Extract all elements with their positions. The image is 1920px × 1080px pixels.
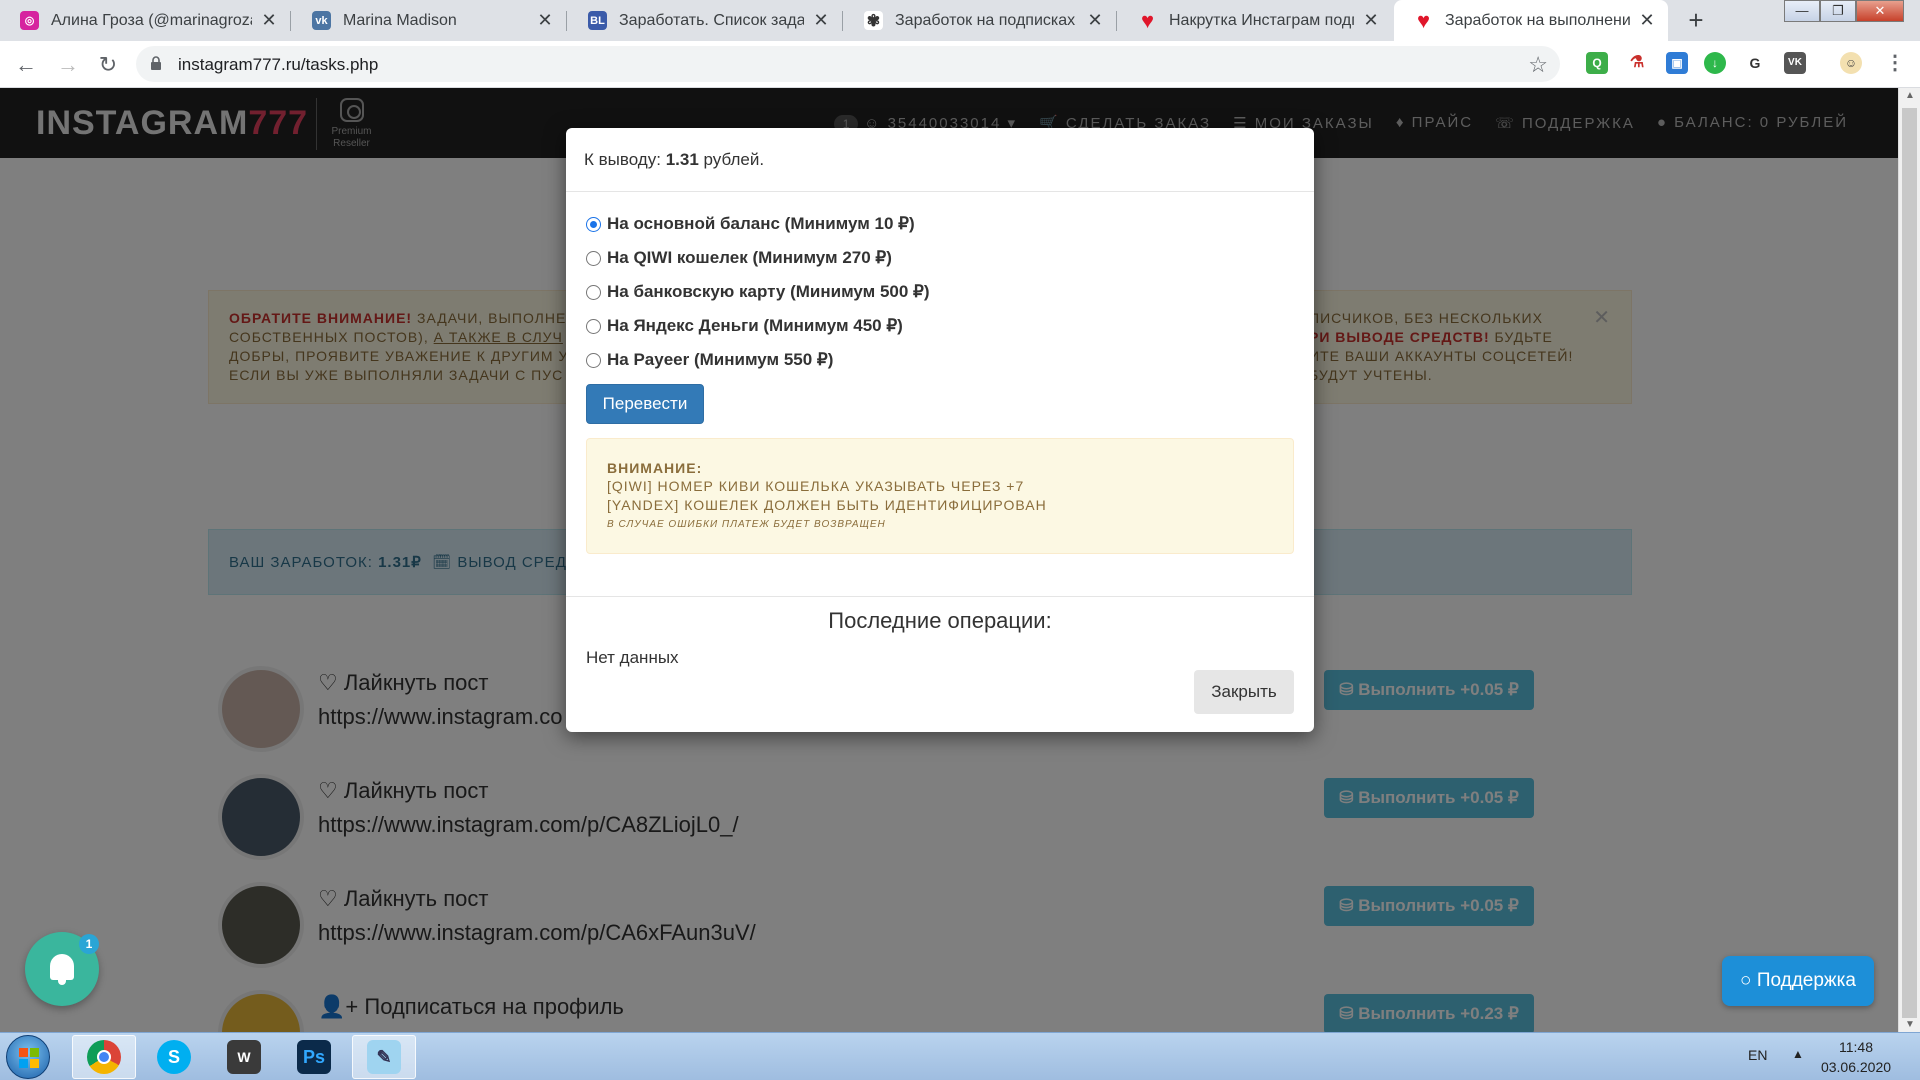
taskbar-notepad[interactable]: ✎: [352, 1035, 416, 1079]
radio-button[interactable]: [586, 352, 601, 368]
url-text: instagram777.ru/tasks.php: [178, 55, 379, 74]
withdraw-amount: 1.31: [665, 150, 699, 169]
profile-avatar[interactable]: ☺: [1840, 52, 1862, 74]
bookmark-star-icon[interactable]: ☆: [1528, 52, 1548, 78]
page-scrollbar[interactable]: ▲ ▼: [1898, 88, 1920, 1032]
taskbar-photoshop[interactable]: Ps: [282, 1035, 346, 1079]
radio-option-payeer[interactable]: На Payeer (Минимум 550 ₽): [586, 346, 833, 374]
chrome-icon: [87, 1040, 121, 1074]
notification-bell-button[interactable]: 1: [25, 932, 99, 1006]
chat-circle-icon: ○: [1740, 970, 1752, 991]
window-close-button[interactable]: ✕: [1856, 0, 1904, 22]
bl-icon: BL: [588, 11, 607, 30]
close-icon[interactable]: ✕: [1362, 10, 1380, 31]
lock-icon: [151, 56, 161, 70]
close-icon[interactable]: ✕: [812, 10, 830, 31]
notification-count-badge: 1: [79, 934, 99, 954]
windows-taskbar: S W Ps ✎ EN ▲ 11:48 03.06.2020: [0, 1032, 1920, 1080]
language-indicator[interactable]: EN: [1748, 1047, 1767, 1063]
no-data-text: Нет данных: [586, 648, 679, 667]
browser-tab-strip: ◎ Алина Гроза (@marinagroza ✕ vk Marina …: [0, 0, 1920, 41]
skype-icon: S: [157, 1040, 191, 1074]
notepad-icon: ✎: [367, 1040, 401, 1074]
close-icon[interactable]: ✕: [260, 10, 278, 31]
taskbar-skype[interactable]: S: [142, 1035, 206, 1079]
scrollbar-thumb[interactable]: [1902, 108, 1917, 1018]
warning-box: ВНИМАНИЕ: [QIWI] НОМЕР КИВИ КОШЕЛЬКА УКА…: [586, 438, 1294, 554]
radio-option-yandex[interactable]: На Яндекс Деньги (Минимум 450 ₽): [586, 312, 903, 340]
system-clock[interactable]: 11:48 03.06.2020: [1806, 1037, 1906, 1077]
extension-save-icon[interactable]: ▣: [1666, 52, 1688, 74]
close-icon[interactable]: ✕: [536, 10, 554, 31]
browser-tab[interactable]: ♥ Накрутка Инстаграм подпис ✕: [1118, 0, 1392, 41]
radio-option-main-balance[interactable]: На основной баланс (Минимум 10 ₽): [586, 210, 915, 238]
taskbar-chrome[interactable]: [72, 1035, 136, 1079]
transfer-button[interactable]: Перевести: [586, 384, 704, 424]
modal-divider: [566, 596, 1314, 597]
radio-button[interactable]: [586, 250, 601, 266]
minimize-button[interactable]: —: [1784, 0, 1820, 22]
reload-button[interactable]: ↻: [94, 51, 122, 79]
windows-logo-icon: [19, 1048, 39, 1068]
tanks-icon: W: [227, 1040, 261, 1074]
browser-toolbar: ← → ↻ instagram777.ru/tasks.php ☆ Q ⚗ ▣ …: [0, 41, 1920, 88]
radio-button[interactable]: [586, 216, 601, 232]
radio-button[interactable]: [586, 318, 601, 334]
heart-icon: ♥: [1140, 7, 1155, 33]
octopus-icon: ✾: [864, 11, 883, 30]
extension-vk-icon[interactable]: VK: [1784, 52, 1806, 74]
heart-icon: ♥: [1416, 7, 1431, 33]
browser-tab[interactable]: ◎ Алина Гроза (@marinagroza ✕: [0, 0, 290, 41]
support-chat-button[interactable]: ○ Поддержка: [1722, 956, 1874, 1006]
browser-tab[interactable]: vk Marina Madison ✕: [292, 0, 566, 41]
instagram-icon: ◎: [20, 11, 39, 30]
menu-kebab-icon[interactable]: ⋮: [1884, 52, 1906, 74]
new-tab-button[interactable]: +: [1682, 6, 1710, 34]
extension-g-icon[interactable]: G: [1744, 52, 1766, 74]
radio-option-bank-card[interactable]: На банковскую карту (Минимум 500 ₽): [586, 278, 930, 306]
start-button[interactable]: [6, 1035, 50, 1079]
extension-q-icon[interactable]: Q: [1586, 52, 1608, 74]
close-button[interactable]: Закрыть: [1194, 670, 1294, 714]
bell-icon: [50, 954, 74, 985]
browser-tab[interactable]: ✾ Заработок на подписках и л ✕: [844, 0, 1116, 41]
recent-operations-title: Последние операции:: [828, 608, 1052, 633]
taskbar-world-of-tanks[interactable]: W: [212, 1035, 276, 1079]
photoshop-icon: Ps: [297, 1040, 331, 1074]
extension-pdf-icon[interactable]: ⚗: [1626, 52, 1648, 74]
back-button[interactable]: ←: [12, 51, 40, 79]
tray-expand-icon[interactable]: ▲: [1792, 1047, 1804, 1061]
web-page: INSTAGRAM777 Premium Reseller 1☺ 3544003…: [0, 88, 1898, 1032]
close-icon[interactable]: ✕: [1086, 10, 1104, 31]
radio-button[interactable]: [586, 284, 601, 300]
maximize-button[interactable]: ❐: [1820, 0, 1856, 22]
close-icon[interactable]: ✕: [1638, 10, 1656, 31]
extension-download-icon[interactable]: ↓: [1704, 52, 1726, 74]
browser-tab[interactable]: BL Заработать. Список заданий ✕: [568, 0, 842, 41]
radio-option-qiwi[interactable]: На QIWI кошелек (Минимум 270 ₽): [586, 244, 892, 272]
address-bar[interactable]: instagram777.ru/tasks.php ☆: [136, 46, 1560, 82]
browser-tab-active[interactable]: ♥ Заработок на выполнении з ✕: [1394, 0, 1668, 41]
withdraw-modal: К выводу: 1.31 рублей. На основной балан…: [566, 128, 1314, 732]
modal-header: К выводу: 1.31 рублей.: [566, 128, 1314, 192]
vk-icon: vk: [312, 11, 331, 30]
forward-button[interactable]: →: [54, 51, 82, 79]
